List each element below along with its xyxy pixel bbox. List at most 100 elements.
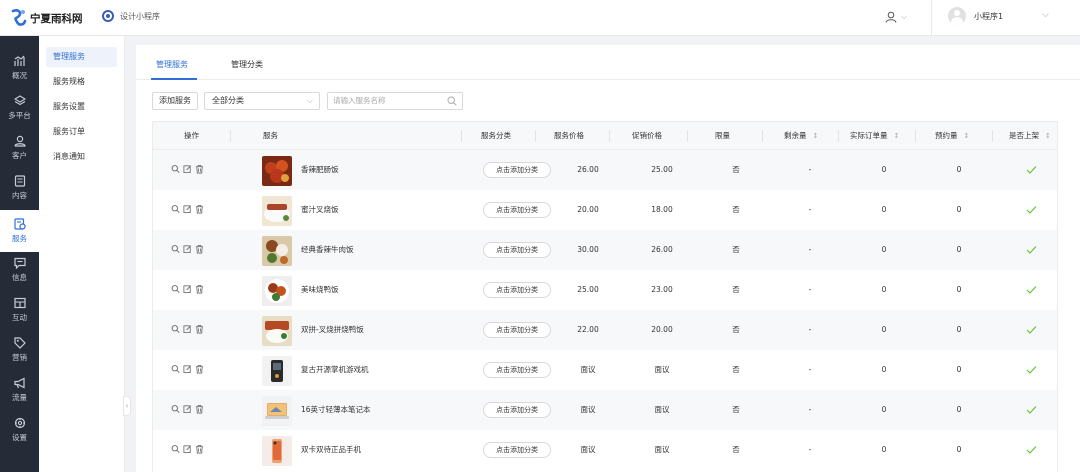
edit-icon[interactable] [183,164,192,174]
tab-manage-service[interactable]: 管理服务 [156,59,188,70]
service-name[interactable]: 双拼-叉烧拼烧鸭饭 [301,310,364,350]
user-icon [885,11,897,23]
message-icon [13,257,26,269]
column-header-booked[interactable]: 预约量 ↕ [935,122,969,150]
view-icon[interactable] [171,164,180,174]
add-category-button[interactable]: 点击添加分类 [483,442,551,458]
add-category-button[interactable]: 点击添加分类 [483,242,551,258]
submenu-item-service-orders[interactable]: 服务订单 [46,122,117,142]
service-name[interactable]: 美味烧鸭饭 [301,270,339,310]
booked-qty: 0 [956,405,962,414]
user-menu[interactable]: ⌵ [885,8,911,26]
column-divider [535,130,536,142]
nav-item-traffic[interactable]: 流量 [0,370,39,410]
delete-icon[interactable] [195,164,204,174]
listed-check-icon[interactable] [1026,365,1037,375]
add-category-button[interactable]: 点击添加分类 [483,202,551,218]
delete-icon[interactable] [195,204,204,214]
service-name[interactable]: 16英寸轻薄本笔记本 [301,390,371,430]
add-service-button[interactable]: 添加服务 [152,92,198,110]
edit-icon[interactable] [183,324,192,334]
listed-check-icon[interactable] [1026,205,1037,215]
view-icon[interactable] [171,244,180,254]
listed-check-icon[interactable] [1026,285,1037,295]
submenu-item-manage-service[interactable]: 管理服务 [46,47,117,67]
nav-item-content[interactable]: 内容 [0,168,39,208]
edit-icon[interactable] [183,404,192,414]
nav-item-customers[interactable]: 客户 [0,128,39,168]
nav-label: 概况 [12,71,27,80]
primary-sidebar: 概况 多平台 客户 内容 服务 信息 互动 营销 流量 设置 [0,36,39,472]
listed-check-icon[interactable] [1026,325,1037,335]
add-category-button[interactable]: 点击添加分类 [483,162,551,178]
column-header-actions: 操作 [184,131,199,140]
column-divider [461,130,462,142]
search-input[interactable]: 请输入服务名称 [327,92,463,110]
booked-qty: 0 [956,365,962,374]
listed-check-icon[interactable] [1026,245,1037,255]
brand-logo[interactable]: 宁夏雨科网 [10,7,83,29]
column-header-actual-orders[interactable]: 实际订单量 ↕ [850,122,899,150]
limit-flag: 否 [732,325,740,334]
design-miniapp-link[interactable]: 设计小程序 [102,10,160,22]
promo-price: 面议 [654,445,670,454]
add-category-button[interactable]: 点击添加分类 [483,322,551,338]
submenu-item-notifications[interactable]: 消息通知 [46,147,117,167]
booked-qty: 0 [956,165,962,174]
nav-item-messages[interactable]: 信息 [0,250,39,290]
service-name[interactable]: 经典香辣牛肉饭 [301,230,354,270]
view-icon[interactable] [171,204,180,214]
delete-icon[interactable] [195,244,204,254]
column-header-remaining[interactable]: 剩余量 ↕ [784,122,818,150]
view-icon[interactable] [171,404,180,414]
service-thumbnail [262,436,292,466]
view-icon[interactable] [171,364,180,374]
delete-icon[interactable] [195,364,204,374]
nav-item-multiplatform[interactable]: 多平台 [0,88,39,128]
delete-icon[interactable] [195,444,204,454]
nav-item-marketing[interactable]: 营销 [0,330,39,370]
actual-orders: 0 [881,205,887,214]
listed-check-icon[interactable] [1026,165,1037,175]
delete-icon[interactable] [195,284,204,294]
collapse-sidebar-button[interactable]: ‹ [123,396,131,416]
tab-manage-category[interactable]: 管理分类 [231,59,263,70]
nav-item-interaction[interactable]: 互动 [0,290,39,330]
nav-item-overview[interactable]: 概况 [0,48,39,88]
delete-icon[interactable] [195,404,204,414]
edit-icon[interactable] [183,444,192,454]
edit-icon[interactable] [183,284,192,294]
edit-icon[interactable] [183,244,192,254]
add-category-button[interactable]: 点击添加分类 [483,362,551,378]
listed-check-icon[interactable] [1026,405,1037,415]
service-name[interactable]: 双卡双待正品手机 [301,430,361,470]
category-select[interactable]: 全部分类 ⌵ [204,92,320,110]
nav-item-service[interactable]: 服务 [0,210,39,252]
delete-icon[interactable] [195,324,204,334]
service-price: 面议 [580,445,596,454]
layers-icon [13,95,26,106]
add-category-button[interactable]: 点击添加分类 [483,402,551,418]
service-name[interactable]: 蜜汁叉烧饭 [301,190,339,230]
nav-label: 内容 [12,191,27,200]
submenu-item-service-settings[interactable]: 服务设置 [46,97,117,117]
edit-icon[interactable] [183,364,192,374]
view-icon[interactable] [171,284,180,294]
nav-label: 流量 [12,393,27,402]
actual-orders: 0 [881,405,887,414]
top-bar: 宁夏雨科网 设计小程序 ⌵ 小程序1 ⌵ [0,0,1080,36]
row-actions [171,164,204,174]
add-category-button[interactable]: 点击添加分类 [483,282,551,298]
column-header-listed[interactable]: 是否上架 ↕ [1009,122,1051,150]
nav-item-settings[interactable]: 设置 [0,410,39,450]
view-icon[interactable] [171,444,180,454]
service-name[interactable]: 香辣肥肠饭 [301,150,339,190]
submenu-item-service-spec[interactable]: 服务规格 [46,72,117,92]
search-icon[interactable] [447,96,457,106]
service-name[interactable]: 复古开源掌机游戏机 [301,350,369,390]
account-switcher[interactable]: 小程序1 ⌵ [948,7,1049,25]
listed-check-icon[interactable] [1026,445,1037,455]
edit-icon[interactable] [183,204,192,214]
sort-icon: ↕ [812,132,819,140]
view-icon[interactable] [171,324,180,334]
